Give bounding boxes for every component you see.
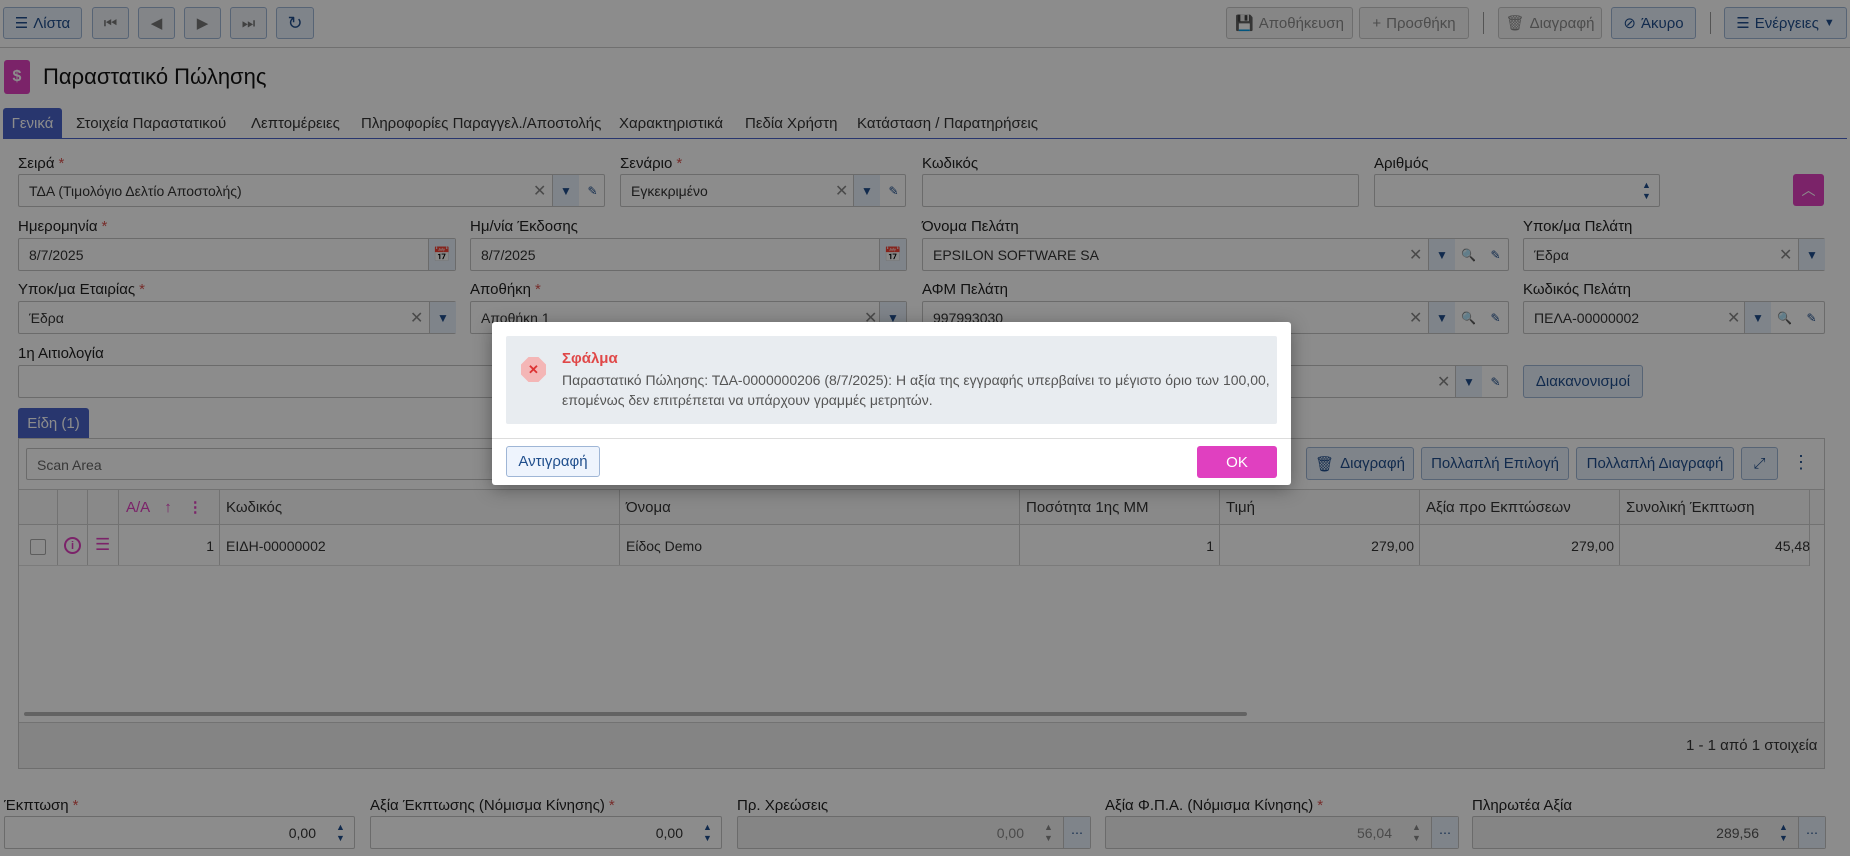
ok-button[interactable]: OK [1197,446,1277,478]
error-dialog: ✕ Σφάλμα Παραστατικό Πώλησης: ΤΔΑ-000000… [492,322,1291,485]
error-title: Σφάλμα [562,350,618,367]
error-icon: ✕ [521,357,546,382]
dialog-divider [492,438,1291,439]
error-message: Παραστατικό Πώλησης: ΤΔΑ-0000000206 (8/7… [562,372,1270,408]
copy-button[interactable]: Αντιγραφή [506,446,600,477]
